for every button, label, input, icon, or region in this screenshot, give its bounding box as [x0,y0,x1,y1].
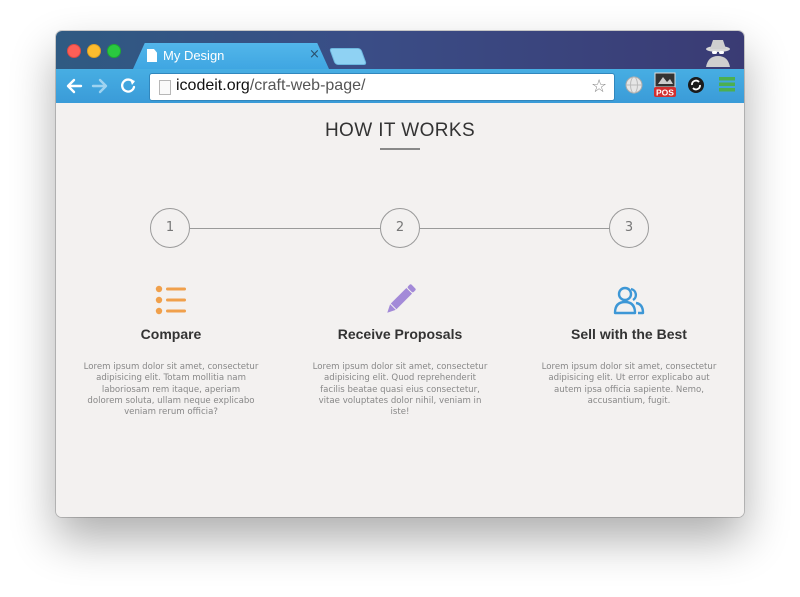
tab-close-icon[interactable]: × [309,47,320,62]
menu-icon[interactable] [718,75,736,93]
url-path: /craft-web-page/ [249,77,366,94]
list-icon [155,285,186,315]
close-window-button[interactable] [67,44,81,58]
users-icon [613,286,645,315]
sync-extension-icon[interactable] [686,75,706,95]
pencil-icon [387,284,416,313]
feature-description: Lorem ipsum dolor sit amet, consectetur … [541,362,717,406]
feature-sell-with-the-best: Sell with the Best Lorem ipsum dolor sit… [539,283,719,407]
step-connector [420,228,610,229]
address-bar[interactable]: icodeit.org/craft-web-page/ ☆ [149,73,615,101]
step-circle: 3 [609,208,649,248]
browser-toolbar: icodeit.org/craft-web-page/ ☆ POS [56,69,744,103]
forward-arrow-icon[interactable] [90,76,110,96]
minimize-window-button[interactable] [87,44,101,58]
zoom-window-button[interactable] [107,44,121,58]
globe-extension-icon[interactable] [624,75,644,95]
url-text[interactable]: icodeit.org/craft-web-page/ [176,77,365,95]
bookmark-star-icon[interactable]: ☆ [591,76,607,97]
browser-window: My Design × icodeit.org/craft-web-page/ … [56,31,744,517]
title-bar: My Design × [56,31,744,69]
feature-heading: Sell with the Best [571,326,687,342]
section-title: HOW IT WORKS [324,120,476,141]
step-circle: 2 [380,208,420,248]
url-domain: icodeit.org [176,77,250,94]
feature-compare: Compare Lorem ipsum dolor sit amet, cons… [81,283,261,418]
back-arrow-icon[interactable] [64,76,84,96]
feature-description: Lorem ipsum dolor sit amet, consectetur … [83,362,259,418]
tab-title: My Design [163,48,225,63]
incognito-icon [706,40,730,67]
document-icon [147,49,157,62]
page-icon [159,80,171,95]
step-circle: 1 [150,208,190,248]
feature-description: Lorem ipsum dolor sit amet, consectetur … [312,362,488,418]
reload-icon[interactable] [118,76,138,96]
step-connector [190,228,380,229]
pos-label: POS [656,88,674,98]
page-content: HOW IT WORKS 1 2 3 Compare Lorem ipsum d… [56,103,744,517]
pos-extension-icon[interactable]: POS [654,72,676,98]
new-tab-button[interactable] [328,48,368,65]
feature-heading: Receive Proposals [337,326,463,342]
title-underline [380,148,420,150]
feature-heading: Compare [140,326,202,342]
feature-receive-proposals: Receive Proposals Lorem ipsum dolor sit … [310,283,490,418]
